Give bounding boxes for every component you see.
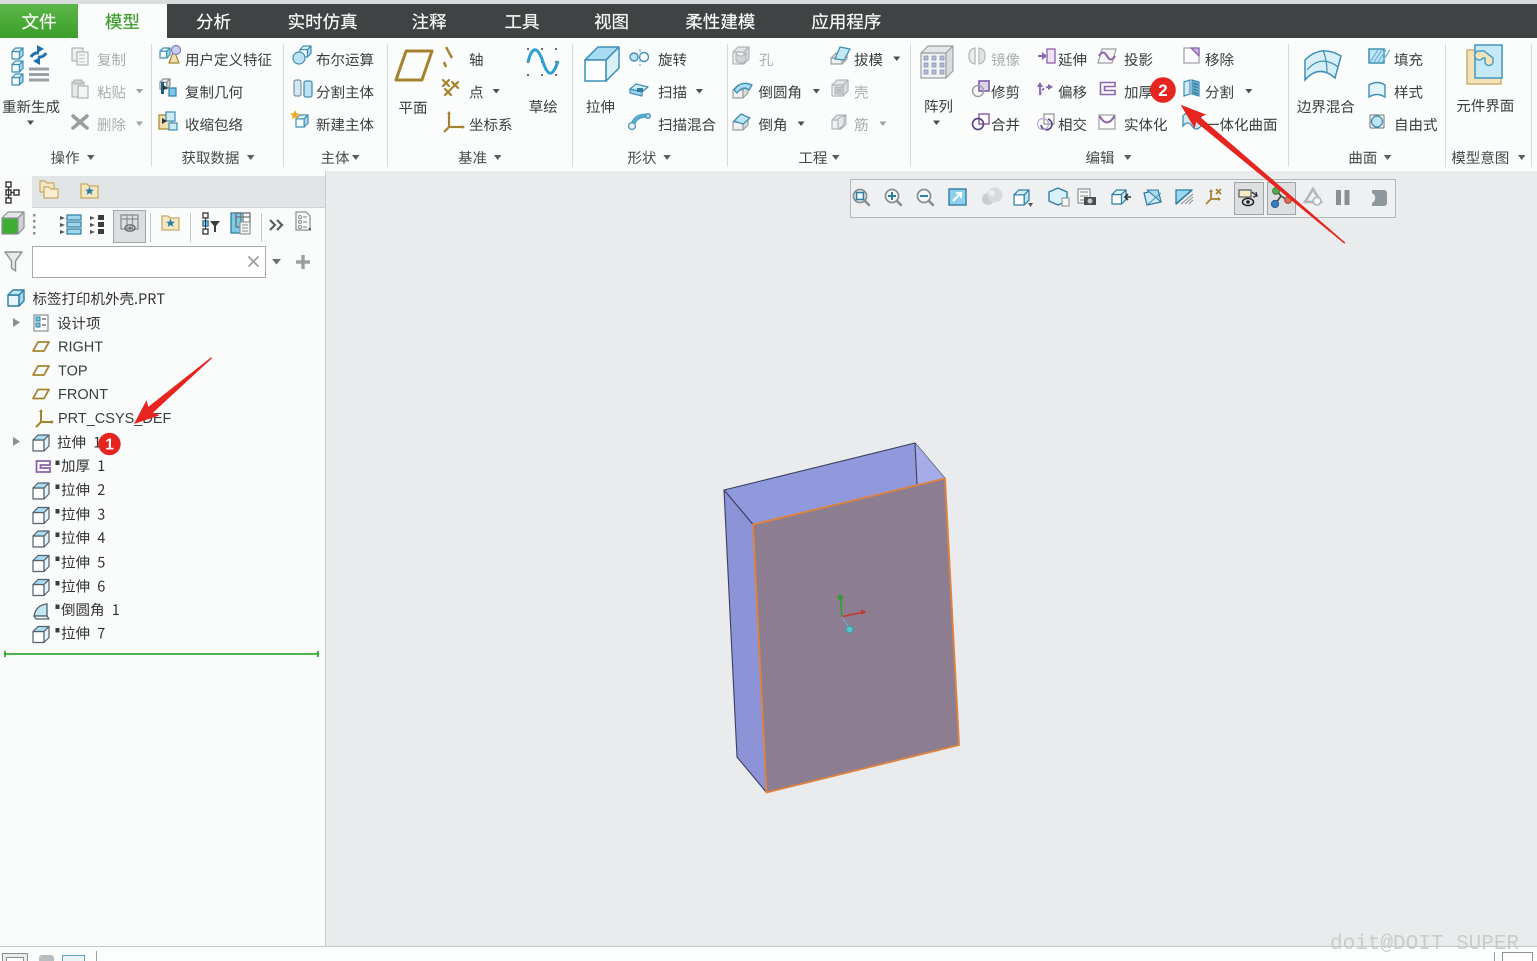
svg-text:RIGHT: RIGHT — [58, 340, 103, 356]
svg-text:TOP: TOP — [58, 364, 88, 380]
svg-text:FRONT: FRONT — [58, 387, 108, 403]
svg-text:1: 1 — [105, 437, 114, 454]
svg-text:2: 2 — [1158, 81, 1167, 100]
